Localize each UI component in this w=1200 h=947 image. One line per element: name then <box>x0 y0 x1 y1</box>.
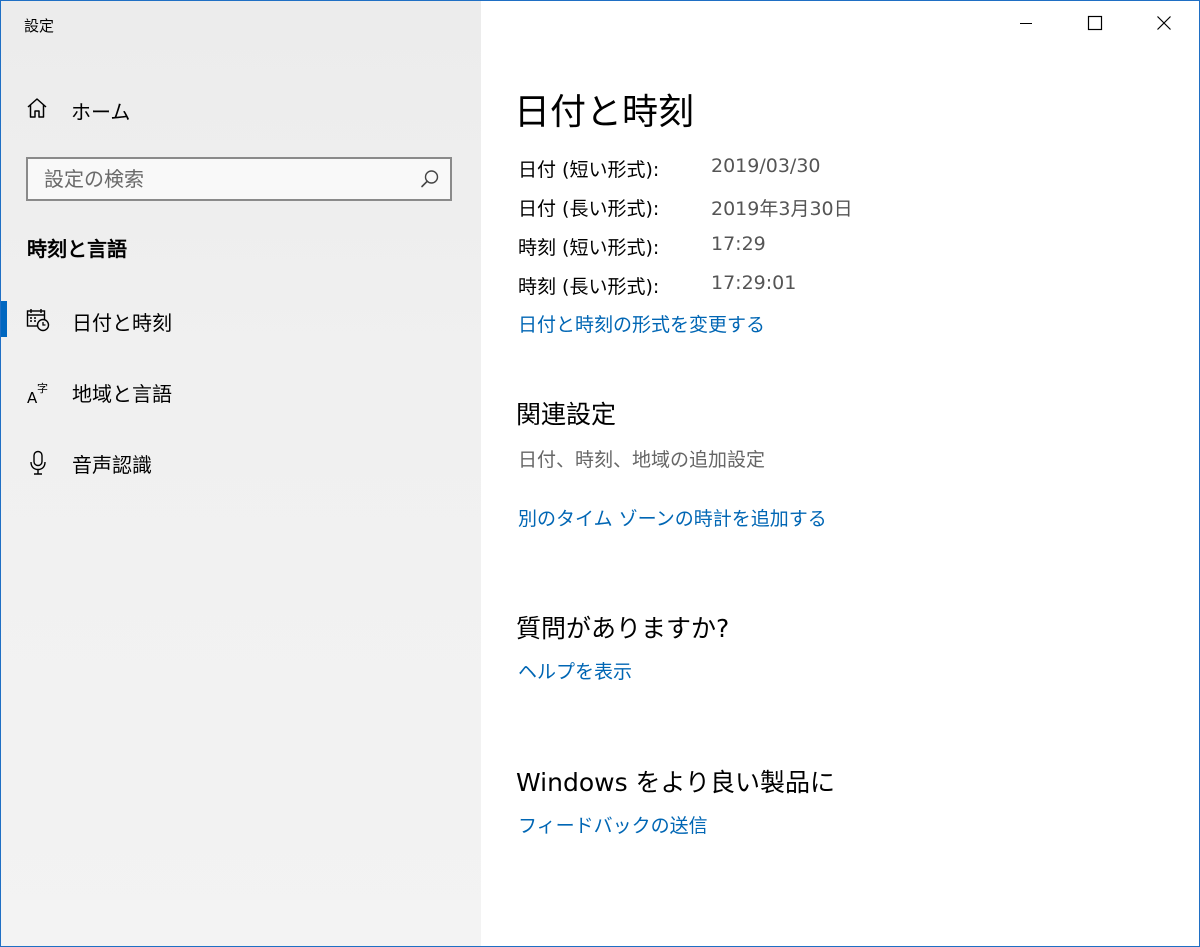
help-heading: 質問がありますか? <box>516 614 730 643</box>
row-label: 時刻 (短い形式): <box>518 237 660 259</box>
page-title: 日付と時刻 <box>514 92 695 133</box>
search-icon[interactable] <box>420 169 440 193</box>
row-label: 時刻 (長い形式): <box>518 276 660 298</box>
sidebar: 設定 ホーム 時刻と言語 <box>1 1 481 946</box>
language-icon: A 字 <box>26 379 52 409</box>
row-value: 2019年3月30日 <box>711 198 853 220</box>
row-value: 17:29 <box>711 233 766 255</box>
svg-text:字: 字 <box>37 381 48 395</box>
row-label: 日付 (短い形式): <box>518 159 660 181</box>
maximize-icon <box>1087 15 1103 35</box>
sidebar-item-label: 日付と時刻 <box>72 310 172 335</box>
home-icon <box>25 96 49 124</box>
additional-settings-text: 日付、時刻、地域の追加設定 <box>518 449 766 471</box>
calendar-clock-icon <box>26 308 50 336</box>
app-title: 設定 <box>24 17 55 35</box>
close-button[interactable] <box>1141 7 1187 43</box>
minimize-icon <box>1018 15 1034 35</box>
related-settings-heading: 関連設定 <box>516 400 617 429</box>
sidebar-item-label: 音声認識 <box>72 452 152 477</box>
close-icon <box>1156 15 1172 35</box>
main-content: 日付と時刻 日付 (短い形式): 2019/03/30 日付 (長い形式): 2… <box>481 1 1199 946</box>
sidebar-item-region-language[interactable]: A 字 地域と言語 <box>1 367 481 417</box>
row-label: 日付 (長い形式): <box>518 198 660 220</box>
change-format-link[interactable]: 日付と時刻の形式を変更する <box>518 310 765 337</box>
home-label: ホーム <box>71 99 131 124</box>
row-value: 17:29:01 <box>711 272 797 294</box>
sidebar-item-speech[interactable]: 音声認識 <box>1 438 481 488</box>
settings-window: 設定 ホーム 時刻と言語 <box>0 0 1200 947</box>
help-link[interactable]: ヘルプを表示 <box>518 657 632 684</box>
feedback-link[interactable]: フィードバックの送信 <box>518 811 708 838</box>
section-heading: 時刻と言語 <box>27 237 127 261</box>
search-input[interactable] <box>28 159 424 199</box>
home-button[interactable]: ホーム <box>25 93 130 127</box>
sidebar-item-date-time[interactable]: 日付と時刻 <box>1 296 481 346</box>
row-value: 2019/03/30 <box>711 155 821 177</box>
active-indicator <box>1 301 7 337</box>
feedback-heading: Windows をより良い製品に <box>516 768 836 797</box>
add-clock-link[interactable]: 別のタイム ゾーンの時計を追加する <box>518 504 827 531</box>
sidebar-item-label: 地域と言語 <box>72 381 172 406</box>
minimize-button[interactable] <box>1003 7 1049 43</box>
maximize-button[interactable] <box>1072 7 1118 43</box>
microphone-icon <box>26 450 50 480</box>
search-box[interactable] <box>26 157 452 201</box>
